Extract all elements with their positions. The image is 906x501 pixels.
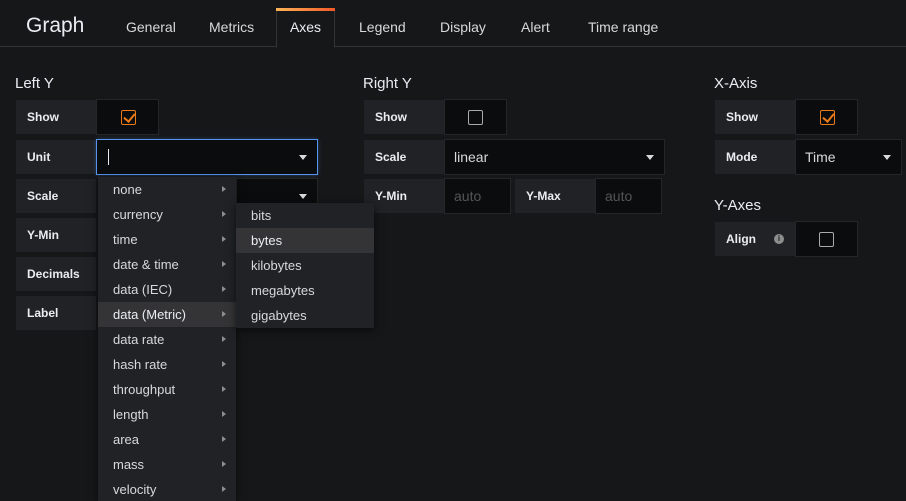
right-y-scale-label: Scale xyxy=(363,139,445,175)
chevron-right-icon xyxy=(222,386,226,392)
right-y-ymax-input[interactable]: auto xyxy=(595,178,662,214)
menu-item-label: currency xyxy=(113,207,163,222)
menu-item-label: length xyxy=(113,407,149,422)
chevron-right-icon xyxy=(222,261,226,267)
tab-general[interactable]: General xyxy=(126,19,176,35)
x-axis-mode-label: Mode xyxy=(714,139,796,175)
right-y-show-label: Show xyxy=(363,99,445,135)
x-axis-mode-select[interactable]: Time xyxy=(795,139,902,175)
chevron-right-icon xyxy=(222,286,226,292)
panel-editor-header: Graph General Metrics Axes Legend Displa… xyxy=(0,0,906,48)
right-y-title: Right Y xyxy=(363,75,412,92)
left-y-show-label: Show xyxy=(15,99,97,135)
menu-item-label: throughput xyxy=(113,382,176,397)
menu-item-label: mass xyxy=(113,457,145,472)
unit-submenu: bits bytes kilobytes megabytes gigabytes xyxy=(236,203,374,328)
left-y-scale-label: Scale xyxy=(15,178,97,214)
right-y-show-checkbox[interactable] xyxy=(468,110,483,125)
unit-category-data-rate[interactable]: data rate xyxy=(98,327,236,352)
left-y-unit-input[interactable] xyxy=(96,139,318,175)
text-cursor xyxy=(108,149,109,165)
unit-category-mass[interactable]: mass xyxy=(98,452,236,477)
left-y-show-checkbox[interactable] xyxy=(121,110,136,125)
right-y-scale-select[interactable]: linear xyxy=(444,139,665,175)
chevron-right-icon xyxy=(222,236,226,242)
unit-option-bytes[interactable]: bytes xyxy=(236,228,374,253)
tab-legend[interactable]: Legend xyxy=(359,19,406,35)
left-y-show-checkbox-wrap[interactable] xyxy=(96,99,159,135)
unit-category-none[interactable]: none xyxy=(98,177,236,202)
unit-category-area[interactable]: area xyxy=(98,427,236,452)
left-y-unit-label: Unit xyxy=(15,139,97,175)
x-axis-show-checkbox[interactable] xyxy=(820,110,835,125)
x-axis-show-label: Show xyxy=(714,99,796,135)
x-axis-mode-value: Time xyxy=(805,149,836,165)
right-y-ymin-label: Y-Min xyxy=(363,178,445,214)
info-icon[interactable]: i xyxy=(774,234,784,244)
unit-category-data-metric[interactable]: data (Metric) xyxy=(98,302,236,327)
tab-axes-label: Axes xyxy=(289,19,322,35)
left-y-label-label: Label xyxy=(15,295,97,331)
chevron-down-icon xyxy=(646,155,654,160)
tab-axes[interactable]: Axes xyxy=(276,8,335,48)
chevron-right-icon xyxy=(222,211,226,217)
unit-category-velocity[interactable]: velocity xyxy=(98,477,236,501)
tab-display[interactable]: Display xyxy=(440,19,486,35)
y-axes-align-checkbox-wrap[interactable] xyxy=(795,221,858,257)
unit-category-date-time[interactable]: date & time xyxy=(98,252,236,277)
y-axes-title: Y-Axes xyxy=(714,197,761,214)
unit-option-kilobytes[interactable]: kilobytes xyxy=(236,253,374,278)
x-axis-title: X-Axis xyxy=(714,75,758,92)
right-y-ymax-label: Y-Max xyxy=(514,178,596,214)
unit-option-gigabytes[interactable]: gigabytes xyxy=(236,303,374,328)
panel-type-title: Graph xyxy=(26,14,85,37)
unit-option-megabytes[interactable]: megabytes xyxy=(236,278,374,303)
left-y-ymin-label: Y-Min xyxy=(15,217,97,253)
right-y-ymin-input[interactable]: auto xyxy=(444,178,511,214)
chevron-right-icon xyxy=(222,311,226,317)
chevron-right-icon xyxy=(222,361,226,367)
chevron-right-icon xyxy=(222,186,226,192)
left-y-decimals-label: Decimals xyxy=(15,256,97,292)
unit-category-data-iec[interactable]: data (IEC) xyxy=(98,277,236,302)
menu-item-label: data (Metric) xyxy=(113,307,186,322)
tab-metrics[interactable]: Metrics xyxy=(209,19,254,35)
menu-item-label: area xyxy=(113,432,140,447)
chevron-down-icon xyxy=(299,155,307,160)
chevron-down-icon xyxy=(299,194,307,199)
chevron-right-icon xyxy=(222,336,226,342)
unit-dropdown-menu: none currency time date & time data (IEC… xyxy=(98,177,236,501)
right-y-show-checkbox-wrap[interactable] xyxy=(444,99,507,135)
right-y-scale-value: linear xyxy=(454,149,489,165)
menu-item-label: none xyxy=(113,182,142,197)
chevron-down-icon xyxy=(883,155,891,160)
chevron-right-icon xyxy=(222,411,226,417)
menu-item-label: hash rate xyxy=(113,357,168,372)
chevron-right-icon xyxy=(222,486,226,492)
unit-category-time[interactable]: time xyxy=(98,227,236,252)
tab-alert[interactable]: Alert xyxy=(521,19,550,35)
unit-category-throughput[interactable]: throughput xyxy=(98,377,236,402)
unit-category-length[interactable]: length xyxy=(98,402,236,427)
menu-item-label: data (IEC) xyxy=(113,282,173,297)
unit-option-bits[interactable]: bits xyxy=(236,203,374,228)
menu-item-label: velocity xyxy=(113,482,157,497)
x-axis-show-checkbox-wrap[interactable] xyxy=(795,99,858,135)
y-axes-align-checkbox[interactable] xyxy=(819,232,834,247)
tab-time-range[interactable]: Time range xyxy=(588,19,658,35)
unit-category-currency[interactable]: currency xyxy=(98,202,236,227)
menu-item-label: date & time xyxy=(113,257,179,272)
chevron-right-icon xyxy=(222,461,226,467)
menu-item-label: time xyxy=(113,232,138,247)
unit-category-hash-rate[interactable]: hash rate xyxy=(98,352,236,377)
menu-item-label: data rate xyxy=(113,332,165,347)
chevron-right-icon xyxy=(222,436,226,442)
left-y-title: Left Y xyxy=(15,75,54,92)
active-tab-indicator xyxy=(276,8,335,11)
